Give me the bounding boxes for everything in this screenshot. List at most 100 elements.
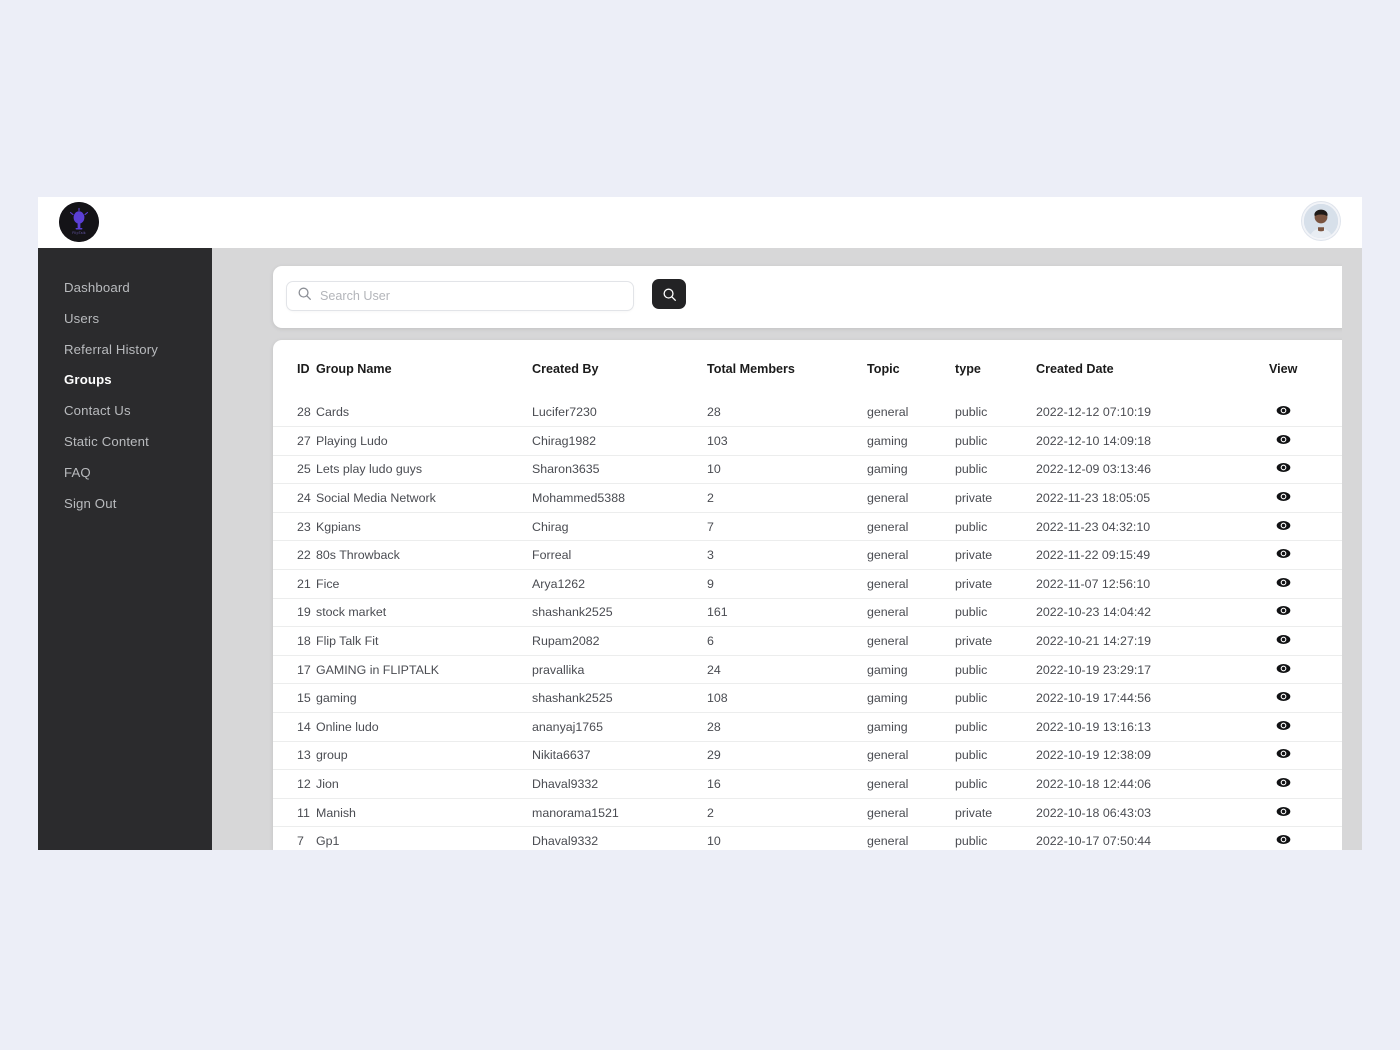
table-body: 28 Cards Lucifer7230 28 general public 2022-12… — [273, 398, 1362, 850]
table-row[interactable]: 19 stock market shashank2525 161 general publ… — [273, 597, 1362, 627]
cell-type: public — [955, 683, 1036, 713]
table-row[interactable]: 17 GAMING in FLIPTALK pravallika 24 gaming pu… — [273, 654, 1362, 684]
sidebar-item-sign-out[interactable]: Sign Out — [38, 489, 212, 520]
cell-created-date: 2022-11-22 09:15:49 — [1036, 540, 1269, 570]
sidebar-item-referral-history[interactable]: Referral History — [38, 335, 212, 366]
cell-created-date: 2022-12-09 03:13:46 — [1036, 454, 1269, 484]
cell-type: private — [955, 540, 1036, 570]
search-input[interactable] — [320, 283, 633, 309]
table-row[interactable]: 25 Lets play ludo guys Sharon3635 10 gaming p… — [273, 454, 1362, 484]
eye-icon[interactable] — [1276, 663, 1291, 677]
cell-topic: gaming — [867, 454, 955, 484]
cell-group-name: GAMING in FLIPTALK — [316, 654, 532, 684]
sidebar-item-contact-us[interactable]: Contact Us — [38, 396, 212, 427]
eye-icon[interactable] — [1276, 405, 1291, 419]
table-row[interactable]: 11 Manish manorama1521 2 general private 2022-… — [273, 797, 1362, 827]
cell-created-by: Nikita6637 — [532, 740, 707, 770]
search-field-wrapper[interactable] — [286, 281, 634, 311]
table-row[interactable]: 15 gaming shashank2525 108 gaming public 2022-… — [273, 683, 1362, 713]
search-submit-button[interactable] — [652, 279, 686, 309]
eye-icon[interactable] — [1276, 634, 1291, 648]
cell-created-by: Lucifer7230 — [532, 405, 597, 420]
eye-icon[interactable] — [1276, 462, 1291, 476]
cell-group-name: Cards — [316, 405, 350, 420]
sidebar-item-users[interactable]: Users — [38, 304, 212, 335]
cell-created-by: shashank2525 — [532, 683, 707, 713]
eye-icon[interactable] — [1276, 720, 1291, 734]
cell-topic: general — [867, 626, 955, 656]
cell-topic: gaming — [867, 712, 955, 742]
table-row[interactable]: 24 Social Media Network Mohammed5388 2 gener… — [273, 483, 1362, 513]
cell-total-members: 16 — [707, 769, 867, 799]
svg-text:FlipTalk: FlipTalk — [72, 231, 86, 235]
cell-type: public — [955, 654, 1036, 684]
cell-group-name: gaming — [316, 683, 532, 713]
eye-icon[interactable] — [1276, 491, 1291, 505]
search-icon — [297, 286, 312, 306]
groups-table: ID Group Name Created By Total Members T… — [273, 340, 1362, 850]
sidebar-item-faq[interactable]: FAQ — [38, 458, 212, 489]
cell-topic: general — [867, 569, 955, 599]
eye-icon[interactable] — [1276, 691, 1291, 705]
table-row[interactable]: 7 Gp1 Dhaval9332 10 general public 2022-10-17 … — [273, 826, 1362, 850]
cell-total-members: 10 — [707, 826, 867, 850]
cell-total-members: 7 — [707, 511, 867, 541]
column-header-created-date: Created Date — [1036, 362, 1114, 376]
user-avatar-icon[interactable] — [1302, 202, 1340, 240]
cell-group-name: Lets play ludo guys — [316, 454, 532, 484]
cell-type: public — [955, 769, 1036, 799]
cell-group-name: Playing Ludo — [316, 426, 532, 456]
cell-topic: general — [867, 797, 955, 827]
cell-type: public — [955, 740, 1036, 770]
cell-created-by: Rupam2082 — [532, 626, 707, 656]
table-row[interactable]: 13 group Nikita6637 29 general public 2022-10-… — [273, 740, 1362, 770]
cell-total-members: 2 — [707, 483, 867, 513]
cell-created-date: 2022-11-23 18:05:05 — [1036, 483, 1269, 513]
eye-icon[interactable] — [1276, 605, 1291, 619]
cell-created-date: 2022-12-12 07:10:19 — [1036, 405, 1152, 420]
eye-icon[interactable] — [1276, 520, 1291, 534]
cell-type: public — [955, 712, 1036, 742]
content-scroll-gutter[interactable] — [1342, 248, 1362, 850]
fliptalk-logo-icon[interactable]: FlipTalk — [59, 202, 99, 242]
cell-created-by: shashank2525 — [532, 597, 707, 627]
cell-total-members: 9 — [707, 569, 867, 599]
table-row[interactable]: 14 Online ludo ananyaj1765 28 gaming public 20… — [273, 712, 1362, 742]
cell-type: private — [955, 569, 1036, 599]
table-row[interactable]: 22 80s Throwback Forreal 3 general private 202… — [273, 540, 1362, 570]
cell-total-members: 108 — [707, 683, 867, 713]
sidebar-item-groups[interactable]: Groups — [38, 365, 212, 396]
column-header-group-name: Group Name — [316, 362, 392, 376]
cell-group-name: Fice — [316, 569, 532, 599]
cell-created-by: Sharon3635 — [532, 454, 707, 484]
cell-created-date: 2022-10-18 12:44:06 — [1036, 769, 1269, 799]
cell-type: public — [955, 426, 1036, 456]
table-row[interactable]: 23 Kgpians Chirag 7 general public 2022-11-23 … — [273, 511, 1362, 541]
cell-id: 13 — [273, 740, 316, 770]
search-icon — [663, 288, 676, 301]
eye-icon[interactable] — [1276, 806, 1291, 820]
cell-created-date: 2022-11-23 04:32:10 — [1036, 511, 1269, 541]
eye-icon[interactable] — [1276, 834, 1291, 848]
column-header-total-members: Total Members — [707, 362, 795, 376]
cell-created-by: manorama1521 — [532, 797, 707, 827]
cell-topic: general — [867, 511, 955, 541]
eye-icon[interactable] — [1276, 777, 1291, 791]
table-row[interactable]: 27 Playing Ludo Chirag1982 103 gaming public 2… — [273, 426, 1362, 456]
column-header-topic: Topic — [867, 362, 900, 376]
sidebar-item-static-content[interactable]: Static Content — [38, 427, 212, 458]
cell-group-name: group — [316, 740, 532, 770]
table-row[interactable]: 18 Flip Talk Fit Rupam2082 6 general private 2… — [273, 626, 1362, 656]
eye-icon[interactable] — [1276, 434, 1291, 448]
table-row[interactable]: 21 Fice Arya1262 9 general private 2022-11-07 … — [273, 569, 1362, 599]
cell-group-name: stock market — [316, 597, 532, 627]
eye-icon[interactable] — [1276, 548, 1291, 562]
cell-id: 22 — [273, 540, 316, 570]
eye-icon[interactable] — [1276, 577, 1291, 591]
cell-group-name: Jion — [316, 769, 532, 799]
eye-icon[interactable] — [1276, 748, 1291, 762]
sidebar-item-dashboard[interactable]: Dashboard — [38, 273, 212, 304]
table-row[interactable]: 28 Cards Lucifer7230 28 general public 2022-12… — [273, 398, 1362, 427]
table-row[interactable]: 12 Jion Dhaval9332 16 general public 2022-10-1… — [273, 769, 1362, 799]
cell-topic: general — [867, 826, 955, 850]
